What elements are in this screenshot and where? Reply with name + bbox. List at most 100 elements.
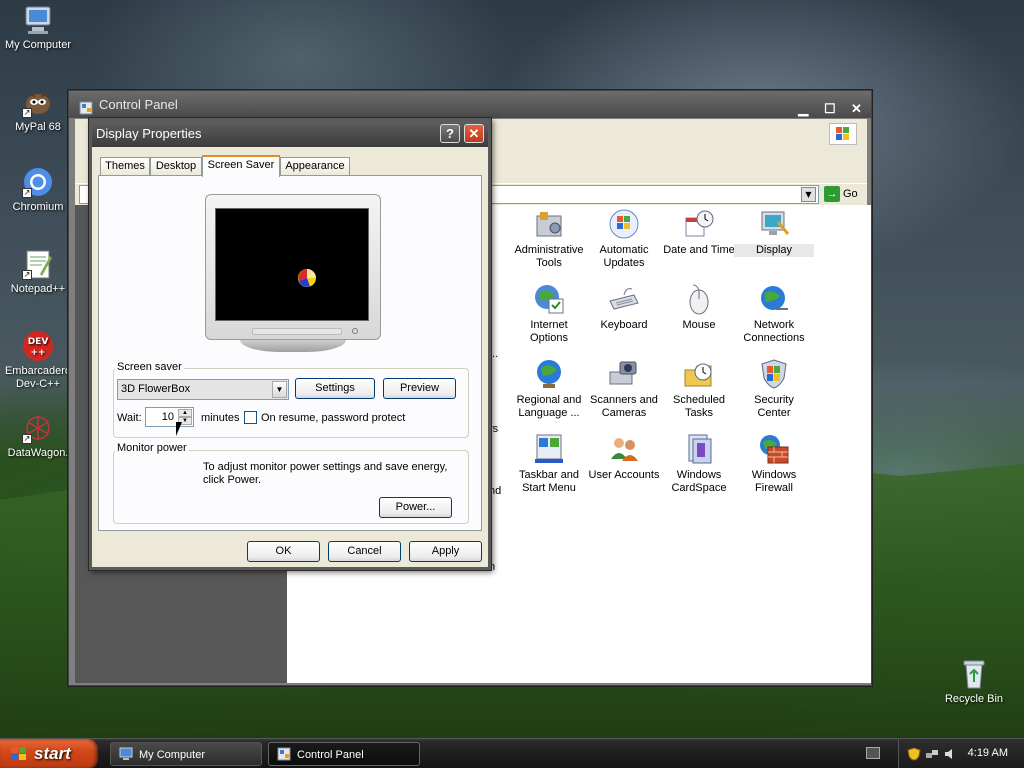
go-button[interactable]: → Go <box>823 185 863 204</box>
cp-item-automatic-updates[interactable]: Automatic Updates <box>584 208 664 270</box>
mouse-icon <box>683 283 715 315</box>
dialog-close-button[interactable]: ✕ <box>464 124 484 143</box>
monitor-vent <box>252 328 342 335</box>
taskbar-start-menu-icon <box>533 433 565 465</box>
control-panel-icon <box>277 747 291 761</box>
desktop-icon-label-line2: Dev-C++ <box>15 378 61 390</box>
shortcut-arrow-icon: ↗ <box>22 270 32 280</box>
cp-item-user-accounts[interactable]: User Accounts <box>584 433 664 482</box>
internet-options-icon <box>533 283 565 315</box>
recycle-bin-icon <box>958 658 990 690</box>
display-properties-dialog[interactable]: Display Properties ? ✕ Themes Desktop Sc… <box>89 118 491 570</box>
spin-up-icon[interactable]: ▲ <box>178 409 192 417</box>
windows-logo-icon <box>829 123 857 145</box>
power-button[interactable]: Power... <box>379 497 452 518</box>
control-panel-title: Control Panel <box>99 97 178 112</box>
cp-item-label: Windows <box>751 469 797 481</box>
desktop-icon-my-computer[interactable]: My Computer <box>0 4 76 52</box>
screen-saver-preview <box>215 208 369 321</box>
my-computer-icon <box>119 747 133 760</box>
wait-value: 10 <box>161 411 174 423</box>
desktop-icon-chromium[interactable]: ↗ Chromium <box>0 166 76 214</box>
shortcut-arrow-icon: ↗ <box>22 434 32 444</box>
go-arrow-icon: → <box>824 186 840 202</box>
control-panel-titlebar[interactable]: Control Panel ▁ ☐ ✕ <box>69 91 871 118</box>
desktop-icon-recycle-bin[interactable]: Recycle Bin <box>936 658 1012 706</box>
screen-saver-select[interactable]: 3D FlowerBox ▼ <box>117 379 289 400</box>
scheduled-tasks-icon <box>683 358 715 390</box>
desktop-icon-datawagon[interactable]: ↗ DataWagon. <box>0 412 76 460</box>
cp-item-label: Windows <box>676 469 722 481</box>
desktop-icon-notepadpp[interactable]: ↗ Notepad++ <box>0 248 76 296</box>
clock[interactable]: 4:19 AM <box>968 747 1008 759</box>
cp-item-label: Display <box>734 244 814 257</box>
cp-item-label: Network <box>753 319 795 331</box>
notepadpp-icon: ↗ <box>22 248 54 280</box>
taskbar-button-control-panel[interactable]: Control Panel <box>268 742 420 766</box>
keyboard-language-icon[interactable] <box>866 747 880 759</box>
taskbar-button-my-computer[interactable]: My Computer <box>110 742 262 766</box>
preview-button[interactable]: Preview <box>383 378 456 399</box>
minimize-button[interactable]: ▁ <box>793 99 814 118</box>
monitor-power-led <box>352 328 358 334</box>
cp-item-label: Regional and <box>516 394 582 406</box>
cp-item-display[interactable]: Display <box>734 208 814 257</box>
cp-item-label: Center <box>757 407 791 419</box>
ok-button[interactable]: OK <box>247 541 320 562</box>
desktop-icon-label: Notepad++ <box>10 283 66 295</box>
cp-item-windows-firewall[interactable]: Windows Firewall <box>734 433 814 495</box>
settings-button[interactable]: Settings <box>295 378 375 399</box>
volume-icon[interactable] <box>943 747 957 761</box>
cp-item-mouse[interactable]: Mouse <box>659 283 739 332</box>
cp-item-label: Internet <box>530 319 568 331</box>
chevron-down-icon[interactable]: ▼ <box>801 187 816 202</box>
tab-appearance[interactable]: Appearance <box>280 157 350 175</box>
windows-firewall-icon <box>758 433 790 465</box>
tab-screen-saver[interactable]: Screen Saver <box>202 155 280 177</box>
chevron-down-icon[interactable]: ▼ <box>272 381 287 398</box>
cp-item-scanners-cameras[interactable]: Scanners and Cameras <box>584 358 664 420</box>
taskbar-button-label: My Computer <box>139 749 206 761</box>
display-icon <box>758 208 790 240</box>
start-button[interactable]: start <box>0 739 98 768</box>
cp-item-label: Scanners and <box>590 394 658 406</box>
cp-item-label: Start Menu <box>522 482 576 494</box>
network-icon[interactable] <box>925 747 939 761</box>
tab-desktop[interactable]: Desktop <box>150 157 202 175</box>
cp-item-label: Keyboard <box>600 319 648 331</box>
cp-item-network-connections[interactable]: Network Connections <box>734 283 814 345</box>
cp-item-taskbar-start-menu[interactable]: Taskbar and Start Menu <box>509 433 589 495</box>
date-time-icon <box>683 208 715 240</box>
cp-item-keyboard[interactable]: Keyboard <box>584 283 664 332</box>
desktop-icon-devcpp[interactable]: DEV ++ Embarcadero Dev-C++ <box>0 330 76 391</box>
security-shield-icon[interactable] <box>907 747 921 761</box>
network-connections-icon <box>758 283 790 315</box>
cp-item-label: Updates <box>603 257 645 269</box>
cp-item-label: Mouse <box>682 319 716 331</box>
password-protect-label: On resume, password protect <box>261 412 406 424</box>
cp-item-scheduled-tasks[interactable]: Scheduled Tasks <box>659 358 739 420</box>
scanners-cameras-icon <box>608 358 640 390</box>
cancel-button[interactable]: Cancel <box>328 541 401 562</box>
cp-item-internet-options[interactable]: Internet Options <box>509 283 589 345</box>
close-button[interactable]: ✕ <box>846 99 867 118</box>
cp-item-security-center[interactable]: Security Center <box>734 358 814 420</box>
help-button[interactable]: ? <box>440 124 460 143</box>
cp-item-administrative-tools[interactable]: Administrative Tools <box>509 208 589 270</box>
mouse-cursor-icon <box>176 422 188 436</box>
shortcut-arrow-icon: ↗ <box>22 108 32 118</box>
maximize-button[interactable]: ☐ <box>819 99 840 118</box>
cp-item-date-time[interactable]: Date and Time <box>659 208 739 257</box>
flowerbox-preview-icon <box>298 269 316 287</box>
password-protect-checkbox[interactable] <box>244 411 257 424</box>
dialog-title: Display Properties <box>96 126 202 141</box>
user-accounts-icon <box>608 433 640 465</box>
mypal-icon: ↗ <box>22 86 54 118</box>
apply-button[interactable]: Apply <box>409 541 482 562</box>
dialog-titlebar[interactable]: Display Properties ? ✕ <box>92 121 488 147</box>
cp-item-windows-cardspace[interactable]: Windows CardSpace <box>659 433 739 495</box>
desktop-icon-mypal[interactable]: ↗ MyPal 68 <box>0 86 76 134</box>
administrative-tools-icon <box>533 208 565 240</box>
tab-themes[interactable]: Themes <box>100 157 150 175</box>
cp-item-regional-language[interactable]: Regional and Language ... <box>509 358 589 420</box>
